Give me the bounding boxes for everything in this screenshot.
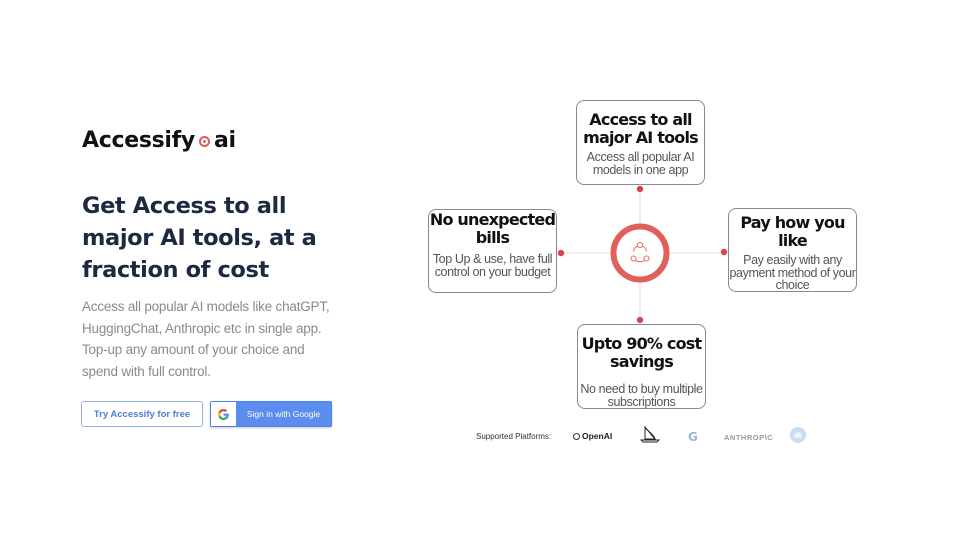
midjourney-boat-icon xyxy=(639,426,661,443)
feature-card-no-bills: No unexpected bills Top Up & use, have f… xyxy=(428,209,557,293)
google-signin-label: Sign in with Google xyxy=(246,409,321,419)
google-signin-button[interactable]: Sign in with Google xyxy=(210,401,332,427)
feature-title: Access to all major AI tools xyxy=(583,110,699,147)
brand-name-left: Accessify xyxy=(82,128,195,153)
feature-card-pay: Pay how you like Pay easily with any pay… xyxy=(728,208,857,292)
google-g-icon xyxy=(211,402,236,426)
google-logo: G xyxy=(688,430,698,444)
feature-card-all-tools: Access to all major AI tools Access all … xyxy=(576,100,705,185)
connector-dot-top xyxy=(636,185,644,193)
feature-card-savings: Upto 90% cost savings No need to buy mul… xyxy=(577,324,706,409)
supported-platforms: Supported Platforms: OpenAI G ANTHROP\C xyxy=(476,426,816,446)
brand-name-right: ai xyxy=(213,128,236,153)
openai-icon xyxy=(573,432,580,440)
openai-label: OpenAI xyxy=(582,431,613,441)
feature-desc: No need to buy multiple subscriptions xyxy=(580,382,703,409)
platforms-label: Supported Platforms: xyxy=(476,432,552,441)
feature-desc: Access all popular AI models in one app xyxy=(586,150,695,177)
try-free-button[interactable]: Try Accessify for free xyxy=(81,401,203,427)
feature-title: Upto 90% cost savings xyxy=(581,334,703,371)
feature-title: No unexpected bills xyxy=(429,210,556,247)
center-ring xyxy=(610,223,670,283)
share-network-icon xyxy=(630,241,650,263)
connector-dot-right xyxy=(720,248,728,256)
huggingchat-logo xyxy=(790,427,806,443)
anthropic-logo: ANTHROP\C xyxy=(724,433,774,442)
connector-dot-bottom xyxy=(636,316,644,324)
feature-desc: Top Up & use, have full control on your … xyxy=(432,252,553,279)
try-free-label: Try Accessify for free xyxy=(93,408,191,420)
hero-headline: Get Access to all major AI tools, at a f… xyxy=(82,193,317,283)
feature-title: Pay how you like xyxy=(740,213,845,250)
openai-logo: OpenAI xyxy=(573,431,612,441)
feature-desc: Pay easily with any payment method of yo… xyxy=(729,253,856,292)
hero-description: Access all popular AI models like chatGP… xyxy=(82,299,330,380)
brand-dot-icon xyxy=(198,136,210,147)
midjourney-logo xyxy=(639,426,661,444)
brand-logo: Accessify ai xyxy=(82,128,236,153)
connector-dot-left xyxy=(557,249,565,257)
